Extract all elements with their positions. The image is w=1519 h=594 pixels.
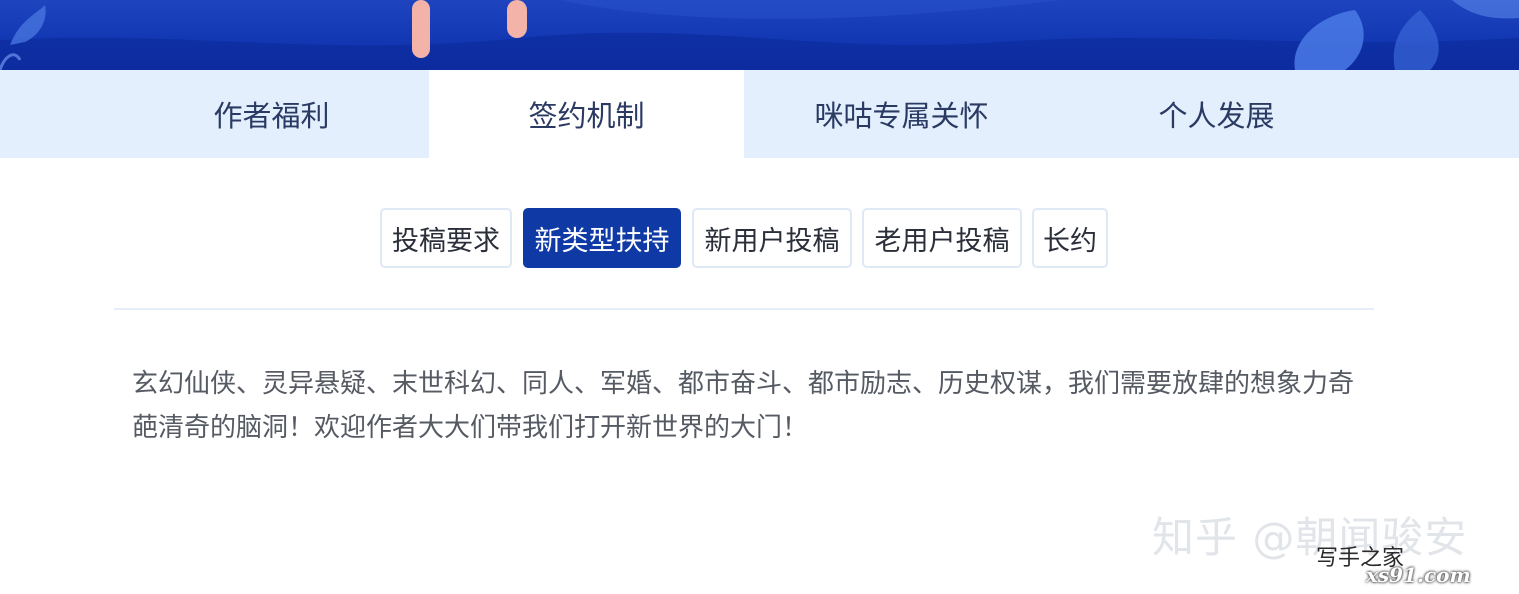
tab-author-benefits[interactable]: 作者福利 [114,70,429,158]
tab-label: 作者福利 [213,99,330,133]
subtab-label: 长约 [1043,225,1097,257]
tab-migu-care[interactable]: 咪咕专属关怀 [744,70,1059,158]
banner-illustration [0,0,1519,70]
subtab-new-user-submission[interactable]: 新用户投稿 [692,208,852,268]
domain-watermark: xs91.com [1366,563,1471,587]
sub-tab-bar: 投稿要求 新类型扶持 新用户投稿 老用户投稿 长约 [0,208,1519,272]
divider [114,308,1374,310]
subtab-long-term-contract[interactable]: 长约 [1032,208,1108,268]
tab-signing-mechanism[interactable]: 签约机制 [429,70,744,158]
tab-label: 个人发展 [1158,99,1275,133]
subtab-label: 老用户投稿 [874,225,1010,257]
subtab-label: 投稿要求 [392,225,500,257]
top-banner [0,0,1519,70]
tab-label: 咪咕专属关怀 [814,99,989,133]
subtab-new-genre-support[interactable]: 新类型扶持 [523,208,681,268]
subtab-label: 新用户投稿 [704,225,840,257]
content-description: 玄幻仙侠、灵异悬疑、末世科幻、同人、军婚、都市奋斗、都市励志、历史权谋，我们需要… [132,369,1355,443]
main-tab-bar: 作者福利 签约机制 咪咕专属关怀 个人发展 [0,70,1519,158]
tab-personal-development[interactable]: 个人发展 [1059,70,1374,158]
zhihu-watermark: 知乎 @朝闻骏安 [1152,513,1468,562]
subtab-returning-user-submission[interactable]: 老用户投稿 [862,208,1022,268]
tab-label: 签约机制 [528,99,645,133]
subtab-submission-requirements[interactable]: 投稿要求 [380,208,512,268]
subtab-label: 新类型扶持 [534,225,670,257]
